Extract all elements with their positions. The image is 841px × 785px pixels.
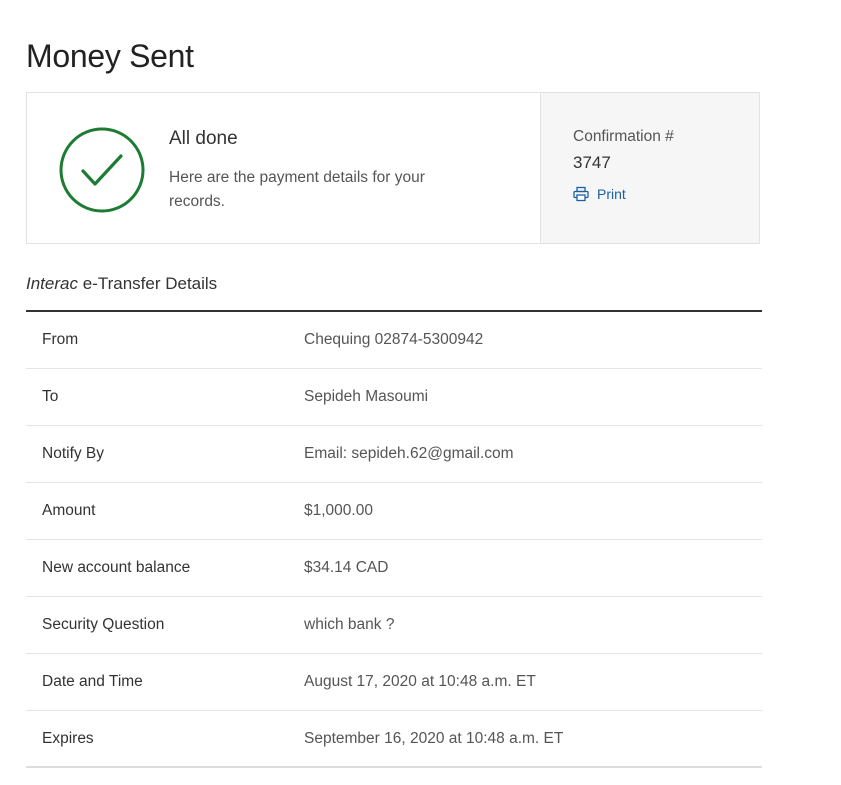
summary-main-panel: All done Here are the payment details fo… xyxy=(27,93,540,243)
detail-value: $34.14 CAD xyxy=(304,559,389,576)
transfer-details-title: Interac e-Transfer Details xyxy=(26,274,217,294)
print-label: Print xyxy=(597,186,626,202)
detail-value: which bank ? xyxy=(304,616,395,633)
done-title: All done xyxy=(169,128,238,149)
detail-label: To xyxy=(42,388,59,405)
detail-row-new-balance: New account balance $34.14 CAD xyxy=(26,540,762,597)
page-title: Money Sent xyxy=(26,38,194,74)
transfer-details-title-rest: e-Transfer Details xyxy=(77,274,218,293)
confirmation-label: Confirmation # xyxy=(573,128,674,145)
detail-row-expires: Expires September 16, 2020 at 10:48 a.m.… xyxy=(26,711,762,768)
money-sent-page: Money Sent All done Here are the payment… xyxy=(0,0,841,785)
detail-value: $1,000.00 xyxy=(304,502,373,519)
done-description: Here are the payment details for your re… xyxy=(169,169,425,210)
detail-label: Expires xyxy=(42,729,94,747)
detail-label: Security Question xyxy=(42,616,165,633)
transfer-details-table: From Chequing 02874-5300942 To Sepideh M… xyxy=(26,310,762,768)
detail-row-notify-by: Notify By Email: sepideh.62@gmail.com xyxy=(26,426,762,483)
detail-row-amount: Amount $1,000.00 xyxy=(26,483,762,540)
detail-value: Chequing 02874-5300942 xyxy=(304,331,484,348)
detail-label: Notify By xyxy=(42,445,105,462)
detail-value: Email: sepideh.62@gmail.com xyxy=(304,445,514,462)
confirmation-panel: Confirmation # 3747 Print xyxy=(540,93,759,243)
detail-value: August 17, 2020 at 10:48 a.m. ET xyxy=(304,673,536,690)
detail-label: Amount xyxy=(42,502,96,519)
detail-row-date-time: Date and Time August 17, 2020 at 10:48 a… xyxy=(26,654,762,711)
detail-row-from: From Chequing 02874-5300942 xyxy=(26,312,762,369)
transfer-details-title-brand: Interac xyxy=(26,274,78,293)
detail-label: Date and Time xyxy=(42,673,143,690)
confirmation-summary-card: All done Here are the payment details fo… xyxy=(26,92,760,244)
print-link[interactable]: Print xyxy=(573,186,626,202)
detail-row-security-question: Security Question which bank ? xyxy=(26,597,762,654)
detail-label: New account balance xyxy=(42,559,191,576)
detail-row-to: To Sepideh Masoumi xyxy=(26,369,762,426)
check-circle-icon xyxy=(59,127,145,213)
detail-value: Sepideh Masoumi xyxy=(304,388,429,405)
confirmation-number: 3747 xyxy=(573,153,611,172)
detail-value: September 16, 2020 at 10:48 a.m. ET xyxy=(304,729,564,747)
printer-icon xyxy=(573,186,589,202)
detail-label: From xyxy=(42,331,79,348)
